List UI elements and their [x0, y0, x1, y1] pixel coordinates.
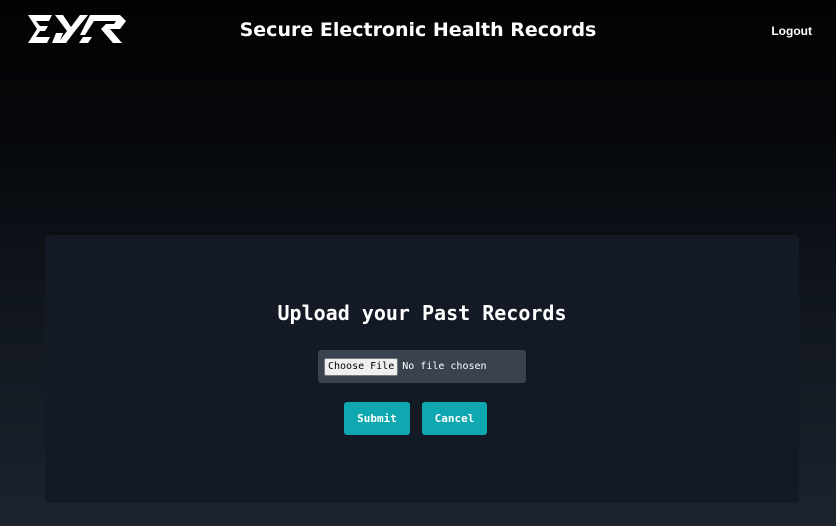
page-title: Secure Electronic Health Records	[239, 19, 597, 41]
file-input[interactable]: Choose File No file chosen	[318, 350, 526, 383]
file-status-text: No file chosen	[402, 361, 487, 372]
cancel-button[interactable]: Cancel	[422, 402, 487, 435]
upload-heading: Upload your Past Records	[277, 301, 567, 325]
choose-file-button[interactable]: Choose File	[324, 357, 399, 376]
navbar: Secure Electronic Health Records Logout	[0, 0, 836, 64]
upload-card: Upload your Past Records Choose File No …	[45, 235, 799, 503]
logout-link[interactable]: Logout	[771, 24, 812, 38]
submit-button[interactable]: Submit	[344, 402, 410, 435]
